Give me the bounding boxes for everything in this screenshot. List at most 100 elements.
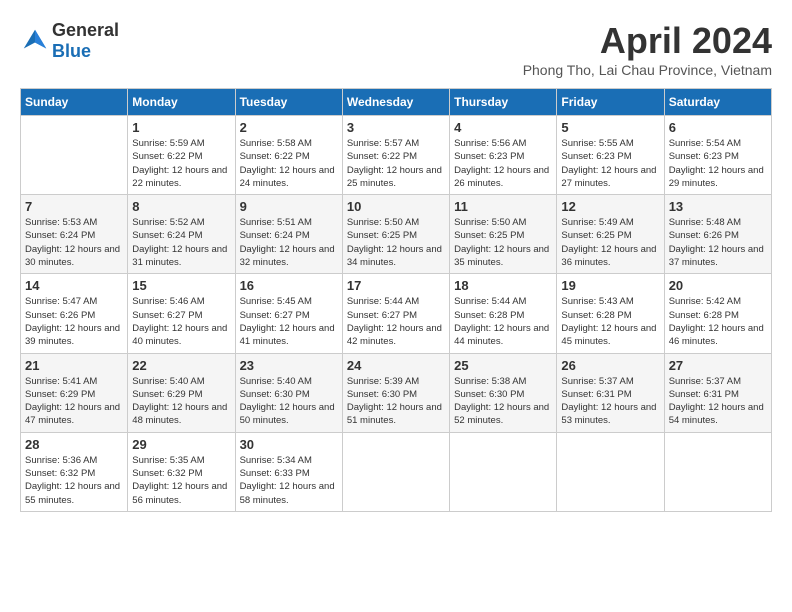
- day-info: Sunrise: 5:50 AMSunset: 6:25 PMDaylight:…: [347, 216, 445, 269]
- day-number: 27: [669, 358, 767, 373]
- calendar-cell: 20 Sunrise: 5:42 AMSunset: 6:28 PMDayligh…: [664, 274, 771, 353]
- day-number: 10: [347, 199, 445, 214]
- day-info: Sunrise: 5:36 AMSunset: 6:32 PMDaylight:…: [25, 454, 123, 507]
- day-number: 14: [25, 278, 123, 293]
- day-info: Sunrise: 5:58 AMSunset: 6:22 PMDaylight:…: [240, 137, 338, 190]
- calendar-body: 1Sunrise: 5:59 AMSunset: 6:22 PMDaylight…: [21, 116, 772, 512]
- day-info: Sunrise: 5:57 AMSunset: 6:22 PMDaylight:…: [347, 137, 445, 190]
- day-number: 8: [132, 199, 230, 214]
- day-info: Sunrise: 5:41 AMSunset: 6:29 PMDaylight:…: [25, 375, 123, 428]
- page-header: General Blue April 2024 Phong Tho, Lai C…: [20, 20, 772, 78]
- day-info: Sunrise: 5:56 AMSunset: 6:23 PMDaylight:…: [454, 137, 552, 190]
- calendar-cell: 15 Sunrise: 5:46 AMSunset: 6:27 PMDayligh…: [128, 274, 235, 353]
- day-number: 16: [240, 278, 338, 293]
- day-number: 7: [25, 199, 123, 214]
- day-header-saturday: Saturday: [664, 89, 771, 116]
- calendar-cell: 23 Sunrise: 5:40 AMSunset: 6:30 PMDayligh…: [235, 353, 342, 432]
- calendar-cell: 6 Sunrise: 5:54 AMSunset: 6:23 PMDaylight…: [664, 116, 771, 195]
- day-info: Sunrise: 5:37 AMSunset: 6:31 PMDaylight:…: [669, 375, 767, 428]
- calendar-cell: [557, 432, 664, 511]
- day-info: Sunrise: 5:38 AMSunset: 6:30 PMDaylight:…: [454, 375, 552, 428]
- day-number: 26: [561, 358, 659, 373]
- calendar-cell: 30Sunrise: 5:34 AMSunset: 6:33 PMDayligh…: [235, 432, 342, 511]
- logo-text: General Blue: [52, 20, 119, 62]
- day-info: Sunrise: 5:48 AMSunset: 6:26 PMDaylight:…: [669, 216, 767, 269]
- calendar-cell: 11 Sunrise: 5:50 AMSunset: 6:25 PMDayligh…: [450, 195, 557, 274]
- day-number: 19: [561, 278, 659, 293]
- day-number: 6: [669, 120, 767, 135]
- day-number: 3: [347, 120, 445, 135]
- calendar-cell: 27 Sunrise: 5:37 AMSunset: 6:31 PMDayligh…: [664, 353, 771, 432]
- day-header-wednesday: Wednesday: [342, 89, 449, 116]
- day-info: Sunrise: 5:50 AMSunset: 6:25 PMDaylight:…: [454, 216, 552, 269]
- day-info: Sunrise: 5:52 AMSunset: 6:24 PMDaylight:…: [132, 216, 230, 269]
- calendar-cell: 24Sunrise: 5:39 AMSunset: 6:30 PMDayligh…: [342, 353, 449, 432]
- day-number: 4: [454, 120, 552, 135]
- calendar-cell: 25 Sunrise: 5:38 AMSunset: 6:30 PMDayligh…: [450, 353, 557, 432]
- calendar-cell: 8 Sunrise: 5:52 AMSunset: 6:24 PMDaylight…: [128, 195, 235, 274]
- day-number: 2: [240, 120, 338, 135]
- day-info: Sunrise: 5:37 AMSunset: 6:31 PMDaylight:…: [561, 375, 659, 428]
- day-info: Sunrise: 5:44 AMSunset: 6:28 PMDaylight:…: [454, 295, 552, 348]
- calendar-cell: 29 Sunrise: 5:35 AMSunset: 6:32 PMDayligh…: [128, 432, 235, 511]
- day-info: Sunrise: 5:43 AMSunset: 6:28 PMDaylight:…: [561, 295, 659, 348]
- day-info: Sunrise: 5:39 AMSunset: 6:30 PMDaylight:…: [347, 375, 445, 428]
- day-number: 13: [669, 199, 767, 214]
- day-header-monday: Monday: [128, 89, 235, 116]
- calendar-cell: 1Sunrise: 5:59 AMSunset: 6:22 PMDaylight…: [128, 116, 235, 195]
- day-number: 30: [240, 437, 338, 452]
- day-number: 23: [240, 358, 338, 373]
- calendar-cell: 10 Sunrise: 5:50 AMSunset: 6:25 PMDayligh…: [342, 195, 449, 274]
- day-number: 18: [454, 278, 552, 293]
- day-number: 21: [25, 358, 123, 373]
- day-info: Sunrise: 5:49 AMSunset: 6:25 PMDaylight:…: [561, 216, 659, 269]
- day-info: Sunrise: 5:55 AMSunset: 6:23 PMDaylight:…: [561, 137, 659, 190]
- day-number: 11: [454, 199, 552, 214]
- day-number: 15: [132, 278, 230, 293]
- day-number: 12: [561, 199, 659, 214]
- logo-general: General: [52, 20, 119, 41]
- day-info: Sunrise: 5:44 AMSunset: 6:27 PMDaylight:…: [347, 295, 445, 348]
- day-number: 17: [347, 278, 445, 293]
- day-info: Sunrise: 5:40 AMSunset: 6:29 PMDaylight:…: [132, 375, 230, 428]
- day-number: 20: [669, 278, 767, 293]
- day-info: Sunrise: 5:54 AMSunset: 6:23 PMDaylight:…: [669, 137, 767, 190]
- title-block: April 2024 Phong Tho, Lai Chau Province,…: [523, 20, 772, 78]
- calendar-cell: 4 Sunrise: 5:56 AMSunset: 6:23 PMDaylight…: [450, 116, 557, 195]
- logo-blue: Blue: [52, 41, 119, 62]
- day-header-tuesday: Tuesday: [235, 89, 342, 116]
- month-title: April 2024: [523, 20, 772, 62]
- calendar-cell: 9Sunrise: 5:51 AMSunset: 6:24 PMDaylight…: [235, 195, 342, 274]
- day-info: Sunrise: 5:42 AMSunset: 6:28 PMDaylight:…: [669, 295, 767, 348]
- day-info: Sunrise: 5:40 AMSunset: 6:30 PMDaylight:…: [240, 375, 338, 428]
- day-info: Sunrise: 5:46 AMSunset: 6:27 PMDaylight:…: [132, 295, 230, 348]
- calendar-cell: 12 Sunrise: 5:49 AMSunset: 6:25 PMDayligh…: [557, 195, 664, 274]
- calendar-cell: 17 Sunrise: 5:44 AMSunset: 6:27 PMDayligh…: [342, 274, 449, 353]
- week-row-3: 14 Sunrise: 5:47 AMSunset: 6:26 PMDayligh…: [21, 274, 772, 353]
- day-info: Sunrise: 5:35 AMSunset: 6:32 PMDaylight:…: [132, 454, 230, 507]
- day-number: 25: [454, 358, 552, 373]
- day-number: 29: [132, 437, 230, 452]
- week-row-1: 1Sunrise: 5:59 AMSunset: 6:22 PMDaylight…: [21, 116, 772, 195]
- day-info: Sunrise: 5:45 AMSunset: 6:27 PMDaylight:…: [240, 295, 338, 348]
- day-number: 28: [25, 437, 123, 452]
- calendar-cell: 5 Sunrise: 5:55 AMSunset: 6:23 PMDaylight…: [557, 116, 664, 195]
- day-number: 22: [132, 358, 230, 373]
- calendar-cell: 19 Sunrise: 5:43 AMSunset: 6:28 PMDayligh…: [557, 274, 664, 353]
- calendar-cell: 22 Sunrise: 5:40 AMSunset: 6:29 PMDayligh…: [128, 353, 235, 432]
- week-row-5: 28 Sunrise: 5:36 AMSunset: 6:32 PMDayligh…: [21, 432, 772, 511]
- calendar-cell: 28 Sunrise: 5:36 AMSunset: 6:32 PMDayligh…: [21, 432, 128, 511]
- calendar-cell: 21 Sunrise: 5:41 AMSunset: 6:29 PMDayligh…: [21, 353, 128, 432]
- calendar-cell: 13 Sunrise: 5:48 AMSunset: 6:26 PMDayligh…: [664, 195, 771, 274]
- day-info: Sunrise: 5:51 AMSunset: 6:24 PMDaylight:…: [240, 216, 338, 269]
- day-info: Sunrise: 5:47 AMSunset: 6:26 PMDaylight:…: [25, 295, 123, 348]
- day-number: 5: [561, 120, 659, 135]
- week-row-2: 7Sunrise: 5:53 AMSunset: 6:24 PMDaylight…: [21, 195, 772, 274]
- calendar-cell: 26 Sunrise: 5:37 AMSunset: 6:31 PMDayligh…: [557, 353, 664, 432]
- calendar-cell: [21, 116, 128, 195]
- calendar-table: SundayMondayTuesdayWednesdayThursdayFrid…: [20, 88, 772, 512]
- calendar-cell: 18 Sunrise: 5:44 AMSunset: 6:28 PMDayligh…: [450, 274, 557, 353]
- calendar-cell: [342, 432, 449, 511]
- location: Phong Tho, Lai Chau Province, Vietnam: [523, 62, 772, 78]
- day-header-friday: Friday: [557, 89, 664, 116]
